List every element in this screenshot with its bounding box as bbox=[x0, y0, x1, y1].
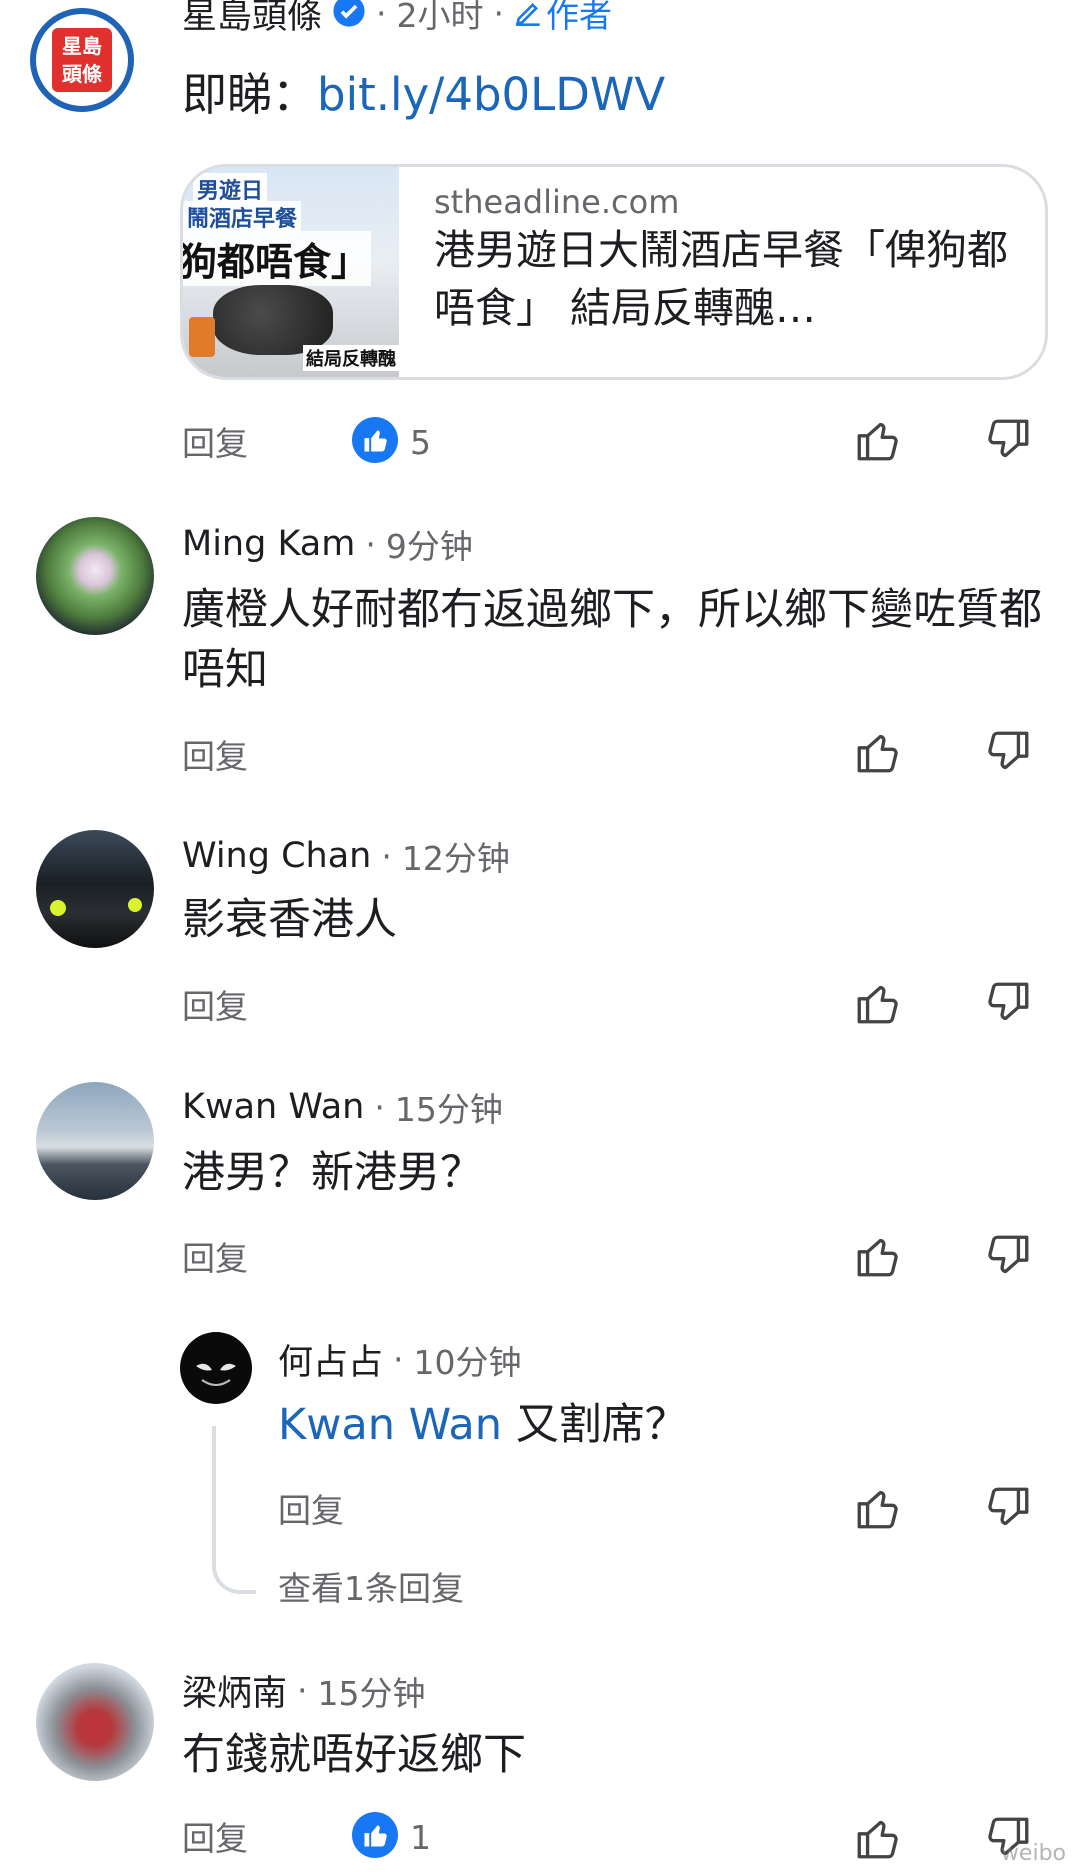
comment-like-button[interactable] bbox=[850, 1810, 906, 1866]
thumbs-up-icon bbox=[857, 1238, 898, 1277]
commenter-name[interactable]: 梁炳南 bbox=[182, 1665, 287, 1716]
post-header: 星島頭條 · 2小时 · 作者 bbox=[182, 0, 612, 40]
comment-reply-button[interactable]: 回复 bbox=[182, 1232, 248, 1280]
commenter-avatar[interactable] bbox=[36, 517, 154, 635]
post-dislike-button[interactable] bbox=[980, 412, 1036, 468]
commenter-name[interactable]: Ming Kam bbox=[182, 524, 355, 564]
post-like-count[interactable]: 5 bbox=[352, 417, 431, 467]
comment-dislike-button[interactable] bbox=[980, 975, 1036, 1031]
thumbs-down-icon bbox=[988, 731, 1029, 770]
link-preview-thumbnail: 男遊日 鬧酒店早餐 狗都唔食」 結局反轉醜 bbox=[183, 167, 399, 377]
reply-thread-line bbox=[212, 1426, 256, 1594]
comment-reply-button[interactable]: 回复 bbox=[182, 980, 248, 1028]
comment-like-button[interactable] bbox=[850, 1228, 906, 1284]
commenter-avatar[interactable] bbox=[36, 1663, 154, 1781]
verified-badge-icon bbox=[332, 0, 366, 32]
reply-text: Kwan Wan 又割席？ bbox=[278, 1395, 688, 1455]
reply-like-button[interactable] bbox=[850, 1480, 906, 1536]
comment-time: 12分钟 bbox=[401, 839, 510, 878]
comment-text: 廣橙人好耐都冇返過鄉下，所以鄉下變咗質都唔知 bbox=[182, 585, 1042, 695]
thumbs-up-icon bbox=[857, 1820, 898, 1859]
post-time: 2小时 bbox=[396, 0, 484, 35]
comment-reply-button[interactable]: 回复 bbox=[182, 1812, 248, 1860]
comment-text: 港男？新港男？ bbox=[182, 1148, 483, 1198]
reply-body: 又割席？ bbox=[515, 1400, 688, 1450]
comment-like-button[interactable] bbox=[850, 975, 906, 1031]
comment-time: 9分钟 bbox=[385, 527, 473, 566]
link-preview-card[interactable]: 男遊日 鬧酒店早餐 狗都唔食」 結局反轉醜 stheadline.com 港男遊… bbox=[180, 164, 1048, 380]
thumbs-down-icon bbox=[988, 1235, 1029, 1274]
comment-dislike-button[interactable] bbox=[980, 1228, 1036, 1284]
reply-header: 何占占 · 10分钟 bbox=[278, 1334, 522, 1385]
reply-mention[interactable]: Kwan Wan bbox=[278, 1400, 502, 1450]
link-preview-title: 港男遊日大鬧酒店早餐「俾狗都唔食」 結局反轉醜… bbox=[434, 226, 1008, 332]
comment-like-count[interactable]: 1 bbox=[352, 1812, 431, 1862]
commenter-name[interactable]: Kwan Wan bbox=[182, 1087, 364, 1127]
thumbs-down-icon bbox=[988, 419, 1029, 458]
comment-header: Ming Kam · 9分钟 bbox=[182, 520, 473, 568]
post-text-prefix: 即睇： bbox=[182, 68, 318, 121]
comment-text: 影衰香港人 bbox=[182, 895, 397, 945]
post-reply-button[interactable]: 回复 bbox=[182, 417, 248, 465]
thumbs-up-icon bbox=[857, 422, 898, 461]
like-reaction-icon bbox=[352, 417, 398, 467]
post-like-number: 5 bbox=[410, 422, 431, 462]
author-logo: 星島 頭條 bbox=[52, 28, 112, 92]
thumbs-up-icon bbox=[857, 1490, 898, 1529]
reply-dislike-button[interactable] bbox=[980, 1480, 1036, 1536]
reply-time: 10分钟 bbox=[413, 1342, 522, 1382]
author-avatar[interactable]: 星島 頭條 bbox=[30, 8, 134, 112]
commenter-avatar[interactable] bbox=[36, 1082, 154, 1200]
post-text: 即睇：bit.ly/4b0LDWV bbox=[182, 58, 665, 123]
comment-time: 15分钟 bbox=[394, 1090, 503, 1129]
comment-header: Wing Chan · 12分钟 bbox=[182, 832, 510, 880]
commenter-name[interactable]: Wing Chan bbox=[182, 836, 371, 876]
comment-time: 15分钟 bbox=[317, 1673, 426, 1713]
comment-like-number: 1 bbox=[410, 1817, 431, 1857]
comment-header: 梁炳南 · 15分钟 bbox=[182, 1665, 426, 1716]
thumbs-up-icon bbox=[857, 734, 898, 773]
comment-header: Kwan Wan · 15分钟 bbox=[182, 1083, 503, 1131]
watermark: weibo bbox=[1000, 1841, 1066, 1866]
link-preview-domain: stheadline.com bbox=[434, 183, 680, 221]
comment-dislike-button[interactable] bbox=[980, 724, 1036, 780]
author-badge: 作者 bbox=[514, 0, 612, 37]
thumbs-down-icon bbox=[988, 982, 1029, 1021]
like-reaction-icon bbox=[352, 1812, 398, 1862]
thumbs-up-icon bbox=[857, 985, 898, 1024]
pencil-icon bbox=[515, 3, 540, 26]
post-link[interactable]: bit.ly/4b0LDWV bbox=[317, 68, 665, 121]
comment-text: 冇錢就唔好返鄉下 bbox=[182, 1730, 526, 1780]
view-more-replies-link[interactable]: 查看1条回复 bbox=[278, 1562, 464, 1610]
reply-reply-button[interactable]: 回复 bbox=[278, 1484, 344, 1532]
post-like-button[interactable] bbox=[850, 412, 906, 468]
thumbs-down-icon bbox=[988, 1487, 1029, 1526]
comment-like-button[interactable] bbox=[850, 724, 906, 780]
reply-avatar[interactable] bbox=[180, 1332, 252, 1404]
commenter-avatar[interactable] bbox=[36, 830, 154, 948]
reply-author-name[interactable]: 何占占 bbox=[278, 1334, 383, 1385]
author-name[interactable]: 星島頭條 bbox=[182, 0, 322, 39]
comment-reply-button[interactable]: 回复 bbox=[182, 730, 248, 778]
